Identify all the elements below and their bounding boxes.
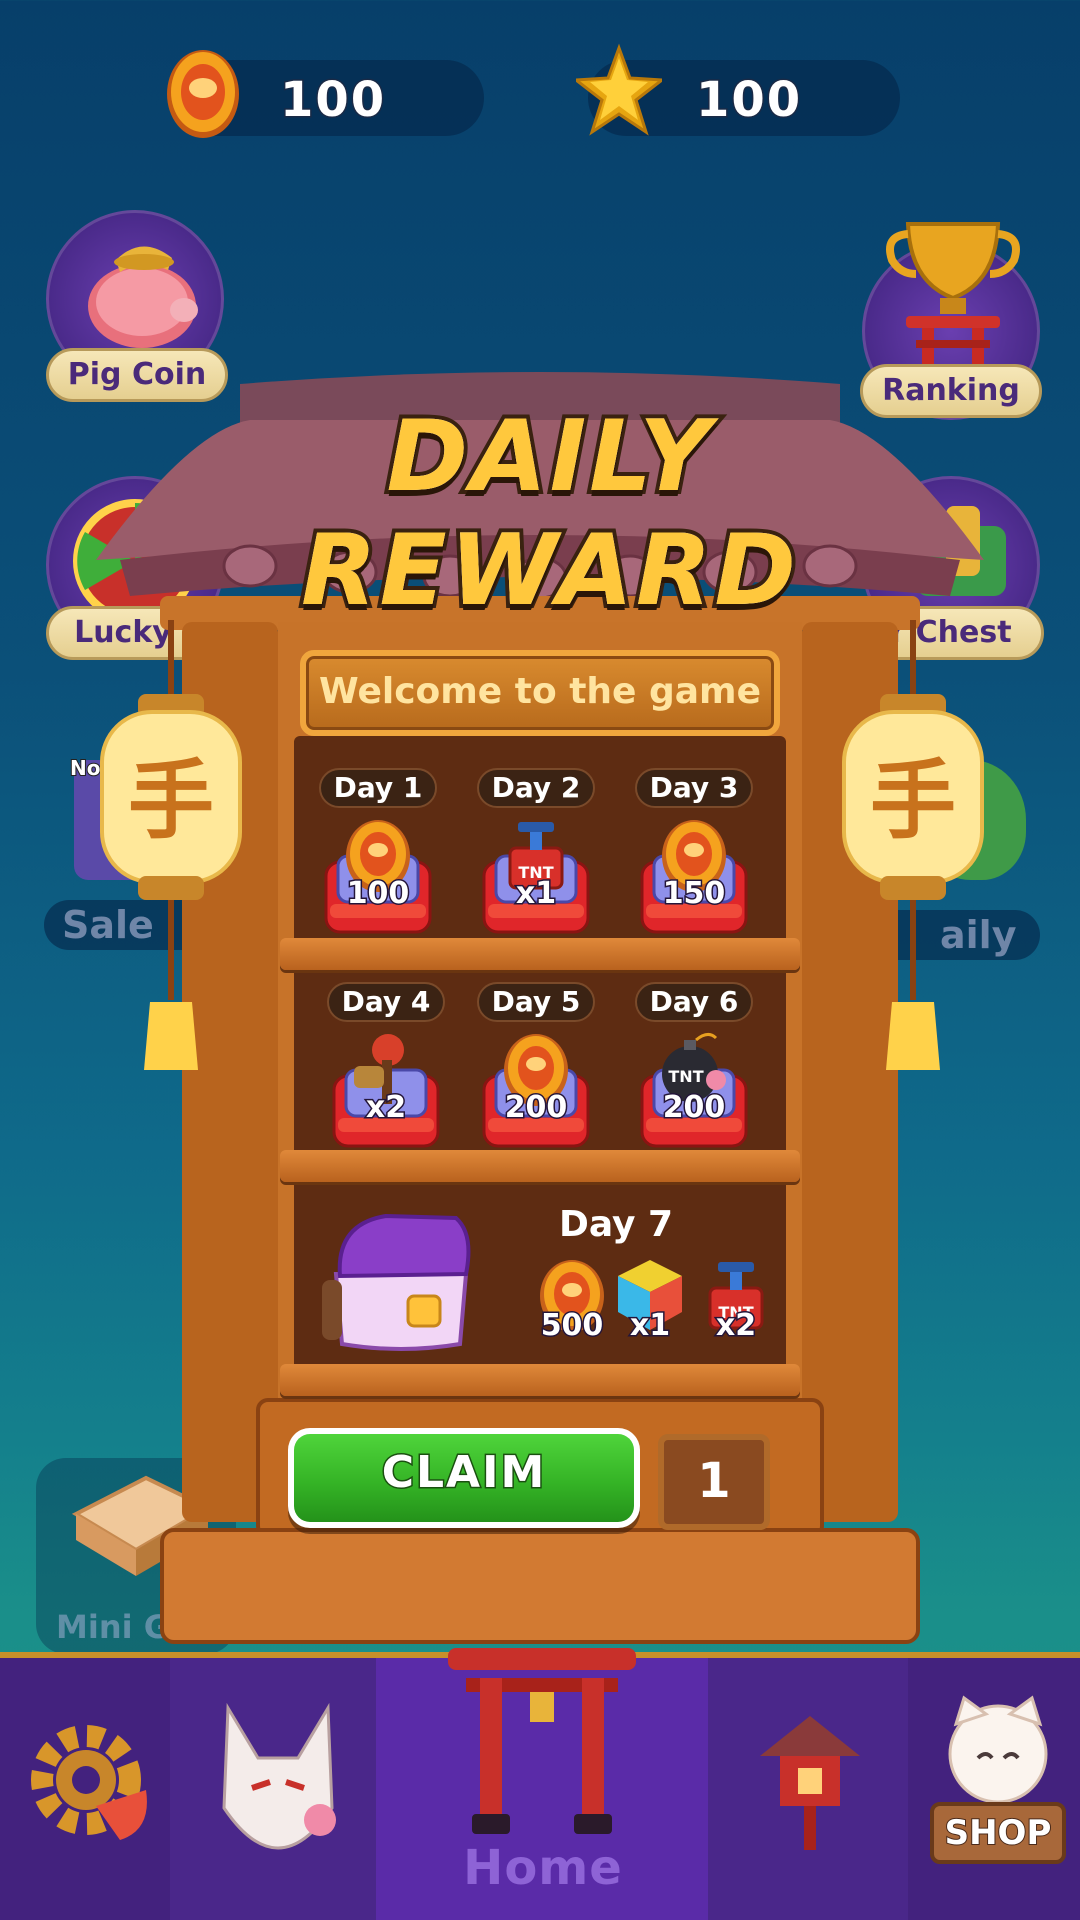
reward-amount: 200 (661, 1089, 727, 1127)
svg-text:TNT: TNT (668, 1067, 703, 1086)
coin-icon (167, 50, 239, 138)
coin-counter: 100 (167, 50, 484, 138)
shop-label: SHOP (945, 1813, 1052, 1853)
trophy-icon (886, 222, 1020, 366)
gear-icon (31, 1725, 147, 1840)
star-icon (576, 43, 662, 136)
shelf-3 (280, 1364, 800, 1396)
reward-amount: 150 (661, 875, 727, 913)
day-label: Day 2 (477, 768, 595, 808)
reward-amount: 200 (503, 1089, 569, 1127)
star-counter: 100 (576, 43, 900, 136)
reward-amount: x2 (714, 1307, 757, 1345)
right-lantern: 手 (842, 620, 984, 1070)
day-counter: 1 (658, 1434, 770, 1530)
left-lantern: 手 (100, 620, 242, 1070)
nav-avatar[interactable] (170, 1658, 376, 1920)
day-label: Day 3 (635, 768, 753, 808)
day7-item: TNT x2 (694, 1254, 778, 1354)
piggy-bank-icon (88, 246, 198, 348)
day-5-cell[interactable]: Day 5 200 (466, 982, 606, 1152)
claim-button[interactable]: CLAIM (288, 1428, 640, 1528)
shelf-1 (280, 938, 800, 970)
day7-panel[interactable]: Day 7 500 x1 TNT x2 (294, 1194, 786, 1360)
day-label: Day 5 (477, 982, 595, 1022)
day-6-cell[interactable]: Day 6 TNT 200 (624, 982, 764, 1152)
welcome-banner: Welcome to the game (300, 650, 780, 736)
coin-count: 100 (278, 71, 387, 130)
lucky-cat-icon: SHOP (930, 1695, 1066, 1864)
fox-mask-icon (222, 1702, 336, 1850)
nav-shrine[interactable] (708, 1658, 908, 1920)
day-label: Day 1 (319, 768, 437, 808)
popup-title: DAILY REWARD (297, 396, 800, 632)
left-lantern-glyph: 手 (128, 750, 214, 851)
reward-amount: x2 (364, 1089, 407, 1127)
pagoda-icon (760, 1716, 860, 1850)
day-4-cell[interactable]: Day 4 x2 (316, 982, 456, 1152)
day7-label: Day 7 (558, 1204, 674, 1245)
claim-button-label: CLAIM (294, 1434, 634, 1522)
nav-home-label: Home (463, 1840, 623, 1896)
star-count: 100 (694, 71, 803, 130)
day-1-cell[interactable]: Day 1 100 (308, 768, 448, 938)
reward-amount: 100 (345, 875, 411, 913)
day-label: Day 4 (327, 982, 445, 1022)
day-label: Day 6 (635, 982, 753, 1022)
nav-shop[interactable]: SHOP (908, 1658, 1080, 1920)
treasure-chest-icon (322, 1213, 471, 1351)
shelf-2 (280, 1150, 800, 1182)
right-lantern-glyph: 手 (870, 750, 956, 851)
day-2-cell[interactable]: Day 2 TNT x1 (466, 768, 606, 938)
reward-amount: x1 (514, 875, 557, 913)
day-3-cell[interactable]: Day 3 150 (624, 768, 764, 938)
nav-settings[interactable] (0, 1658, 170, 1920)
torii-gate-icon (448, 1648, 636, 1834)
